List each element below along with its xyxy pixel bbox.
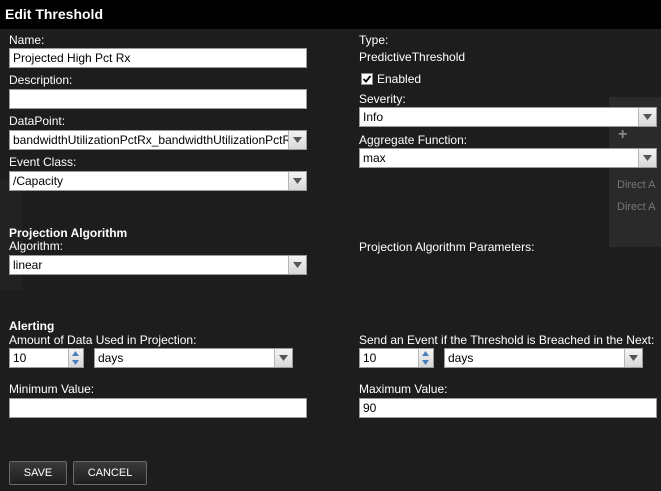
datapoint-value: bandwidthUtilizationPctRx_bandwidthUtili… xyxy=(13,133,292,147)
chevron-down-icon xyxy=(279,355,288,361)
severity-select[interactable]: Info xyxy=(359,107,657,127)
chevron-down-icon xyxy=(293,137,302,143)
name-label: Name: xyxy=(9,33,45,47)
send-event-spinner[interactable] xyxy=(418,349,433,367)
enabled-checkbox[interactable] xyxy=(361,73,373,85)
severity-label: Severity: xyxy=(359,92,406,106)
algorithm-dropdown-trigger[interactable] xyxy=(288,256,306,274)
cancel-button[interactable]: CANCEL xyxy=(73,461,147,485)
description-input[interactable] xyxy=(9,89,307,109)
chevron-down-icon xyxy=(643,155,652,161)
send-event-unit-select[interactable]: days xyxy=(444,348,643,368)
chevron-down-icon xyxy=(643,114,652,120)
background-plus-icon: + xyxy=(618,126,628,143)
dialog-titlebar: Edit Threshold xyxy=(0,0,661,29)
amount-data-value: 10 xyxy=(13,351,27,365)
datapoint-label: DataPoint: xyxy=(9,114,66,128)
algorithm-label: Algorithm: xyxy=(9,239,64,253)
minimum-value-label: Minimum Value: xyxy=(9,382,95,396)
event-class-value: /Capacity xyxy=(13,174,64,188)
severity-dropdown-trigger[interactable] xyxy=(638,108,656,126)
send-event-label: Send an Event if the Threshold is Breach… xyxy=(359,333,655,347)
amount-data-spinner[interactable] xyxy=(68,349,83,367)
description-label: Description: xyxy=(9,73,73,87)
severity-value: Info xyxy=(363,110,384,124)
arrow-up-icon xyxy=(422,351,429,356)
send-event-unit-value: days xyxy=(448,351,474,365)
alerting-section-title: Alerting xyxy=(9,319,55,333)
amount-data-unit-dropdown-trigger[interactable] xyxy=(274,349,292,367)
background-text-2: Direct A xyxy=(617,201,656,213)
arrow-up-icon xyxy=(72,351,79,356)
send-event-number-input[interactable]: 10 xyxy=(359,348,434,368)
algorithm-select[interactable]: linear xyxy=(9,255,307,275)
checkmark-icon xyxy=(362,75,372,83)
datapoint-dropdown-trigger[interactable] xyxy=(288,131,306,149)
aggregate-function-value: max xyxy=(363,151,386,165)
maximum-value-input[interactable]: 90 xyxy=(359,398,657,418)
projection-section-title: Projection Algorithm xyxy=(9,226,128,240)
chevron-down-icon xyxy=(293,262,302,268)
save-button[interactable]: SAVE xyxy=(9,461,67,485)
type-value: PredictiveThreshold xyxy=(359,50,466,64)
event-class-select[interactable]: /Capacity xyxy=(9,171,307,191)
send-event-value: 10 xyxy=(363,351,377,365)
amount-data-label: Amount of Data Used in Projection: xyxy=(9,333,197,347)
minimum-value-input[interactable] xyxy=(9,398,307,418)
arrow-down-icon xyxy=(422,360,429,365)
event-class-dropdown-trigger[interactable] xyxy=(288,172,306,190)
enabled-label: Enabled xyxy=(377,72,422,86)
amount-data-unit-select[interactable]: days xyxy=(94,348,293,368)
amount-data-number-input[interactable]: 10 xyxy=(9,348,84,368)
aggregate-function-label: Aggregate Function: xyxy=(359,133,468,147)
event-class-label: Event Class: xyxy=(9,155,77,169)
send-event-unit-dropdown-trigger[interactable] xyxy=(624,349,642,367)
amount-data-unit-value: days xyxy=(98,351,124,365)
type-label: Type: xyxy=(359,33,389,47)
chevron-down-icon xyxy=(293,178,302,184)
maximum-value-label: Maximum Value: xyxy=(359,382,448,396)
background-text-1: Direct A xyxy=(617,179,656,191)
dialog-title: Edit Threshold xyxy=(5,6,103,22)
aggregate-function-select[interactable]: max xyxy=(359,148,657,168)
chevron-down-icon xyxy=(629,355,638,361)
algorithm-value: linear xyxy=(13,258,43,272)
name-input[interactable]: Projected High Pct Rx xyxy=(9,48,307,68)
aggregate-function-dropdown-trigger[interactable] xyxy=(638,149,656,167)
datapoint-select[interactable]: bandwidthUtilizationPctRx_bandwidthUtili… xyxy=(9,130,307,150)
arrow-down-icon xyxy=(72,360,79,365)
projection-params-label: Projection Algorithm Parameters: xyxy=(359,240,535,254)
